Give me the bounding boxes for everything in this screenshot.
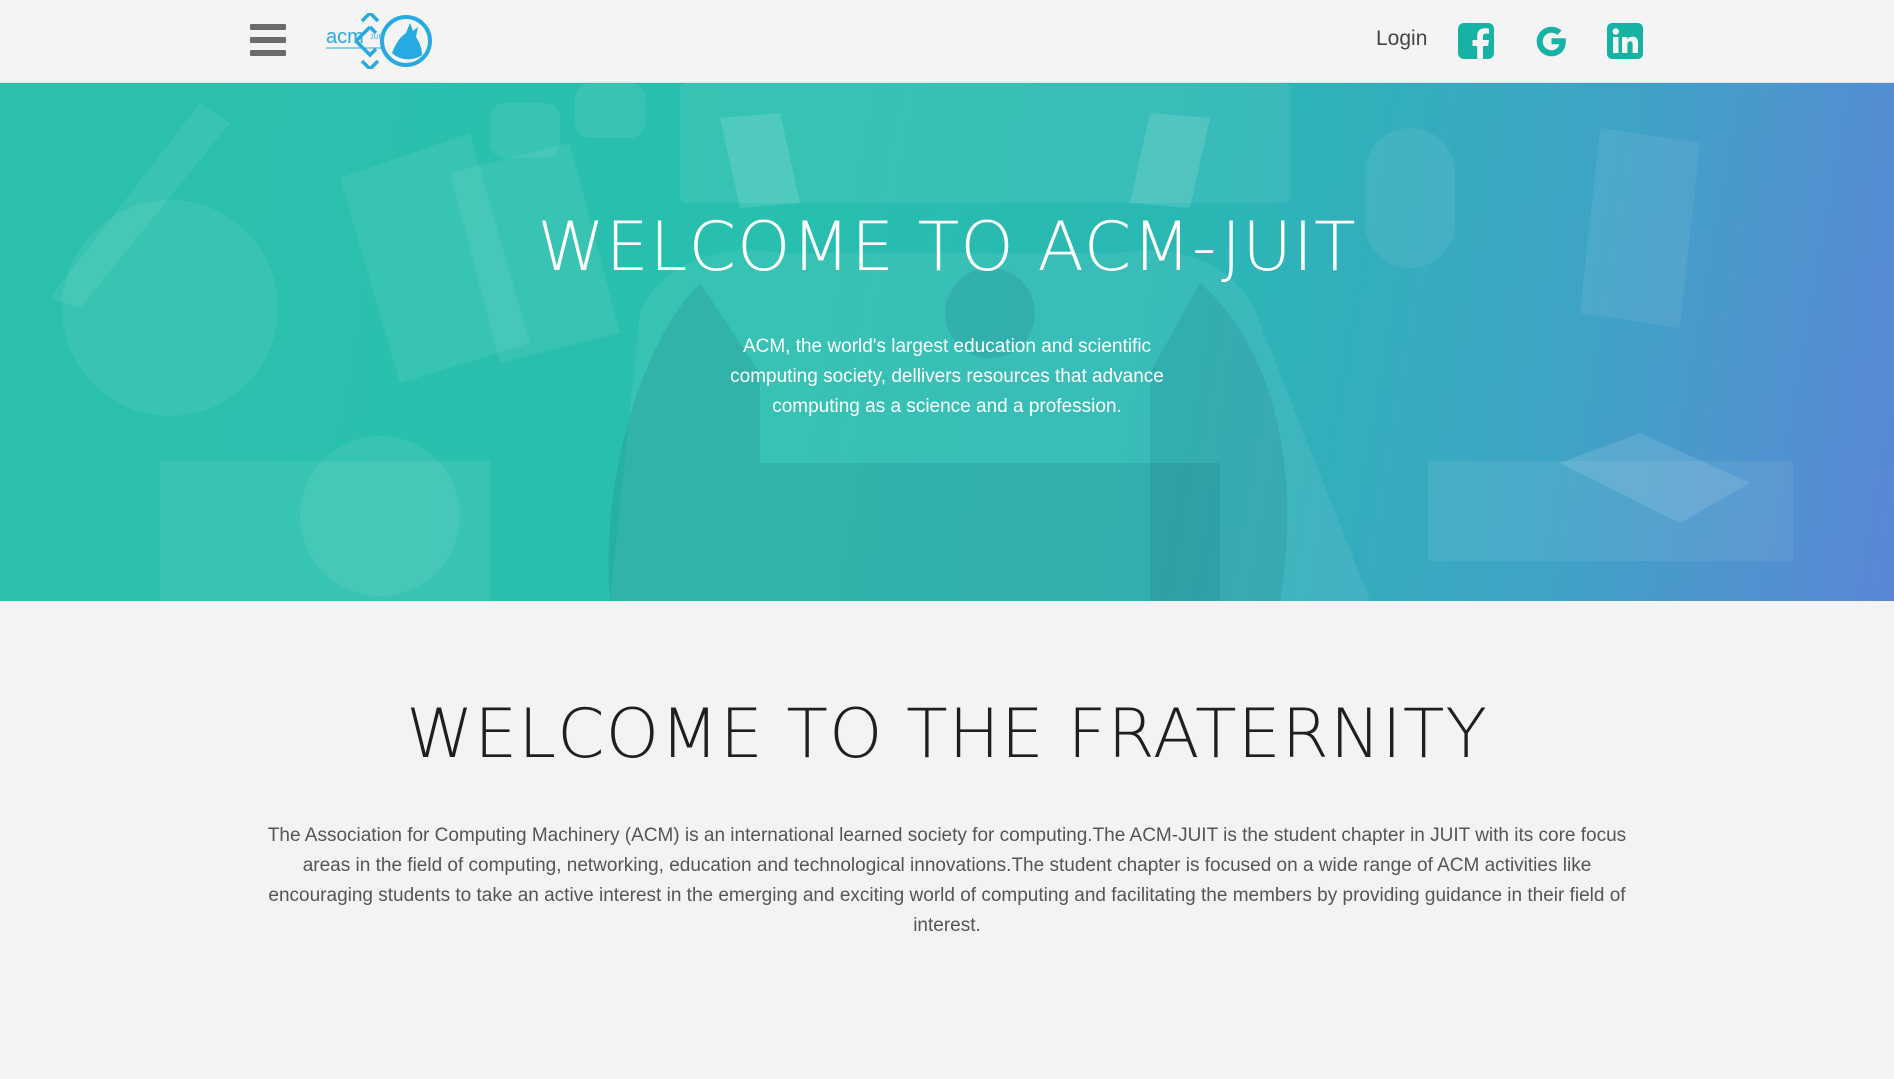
hero-description: ACM, the world's largest education and s… [730, 336, 1164, 417]
svg-text:JUIT: JUIT [370, 34, 386, 41]
top-navbar: acm JUIT Login [0, 0, 1894, 83]
acm-juit-logo[interactable]: acm JUIT [326, 13, 434, 69]
hero-title: WELCOME TO ACM-JUIT [537, 208, 1357, 287]
svg-text:acm: acm [326, 26, 364, 48]
fraternity-title: WELCOME TO THE FRATERNITY [406, 695, 1488, 774]
hero-banner: WELCOME TO ACM-JUIT ACM, the world's lar… [0, 83, 1894, 601]
fraternity-description: The Association for Computing Machinery … [267, 825, 1627, 936]
linkedin-icon[interactable] [1606, 22, 1644, 60]
facebook-icon[interactable] [1457, 22, 1495, 60]
hamburger-menu-icon[interactable] [250, 24, 286, 56]
login-link[interactable]: Login [1376, 27, 1427, 51]
google-icon[interactable] [1532, 22, 1570, 60]
